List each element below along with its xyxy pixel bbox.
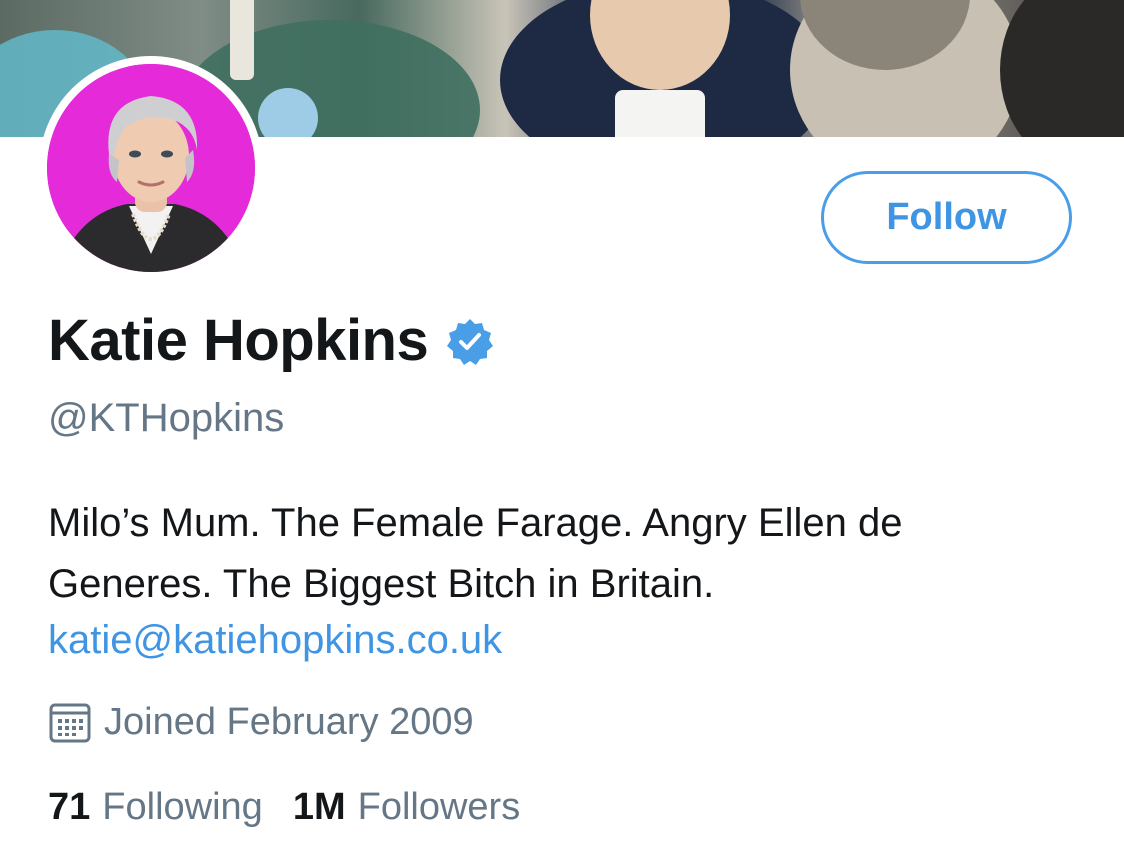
profile-avatar[interactable] — [39, 56, 263, 280]
profile-stats: 71 Following 1M Followers — [48, 782, 550, 832]
following-stat-link[interactable]: 71 Following — [48, 782, 263, 832]
profile-bio: Milo’s Mum. The Female Farage. Angry Ell… — [48, 493, 1088, 615]
display-name: Katie Hopkins — [48, 308, 429, 373]
joined-date-row: Joined February 2009 — [48, 697, 474, 747]
joined-date-text: Joined February 2009 — [104, 701, 474, 743]
profile-page: Follow Katie Hopkins @KTHopkins Milo’s M… — [0, 0, 1124, 866]
following-count: 71 — [48, 786, 91, 828]
profile-handle: @KTHopkins — [48, 396, 285, 440]
followers-count: 1M — [292, 786, 346, 828]
avatar-portrait-icon — [47, 64, 255, 272]
followers-stat-link[interactable]: 1M Followers — [293, 782, 520, 832]
calendar-icon — [49, 703, 91, 743]
following-label: Following — [102, 786, 263, 828]
bio-line: Generes. The Biggest Bitch in Britain. — [48, 562, 715, 606]
profile-name-row: Katie Hopkins — [48, 306, 494, 376]
bio-email-link[interactable]: katie@katiehopkins.co.uk — [48, 613, 502, 668]
follow-button[interactable]: Follow — [821, 171, 1072, 264]
avatar-photo — [47, 64, 255, 272]
bio-line: Milo’s Mum. The Female Farage. Angry Ell… — [48, 501, 903, 545]
verified-badge-icon — [447, 319, 494, 365]
followers-label: Followers — [357, 786, 521, 828]
